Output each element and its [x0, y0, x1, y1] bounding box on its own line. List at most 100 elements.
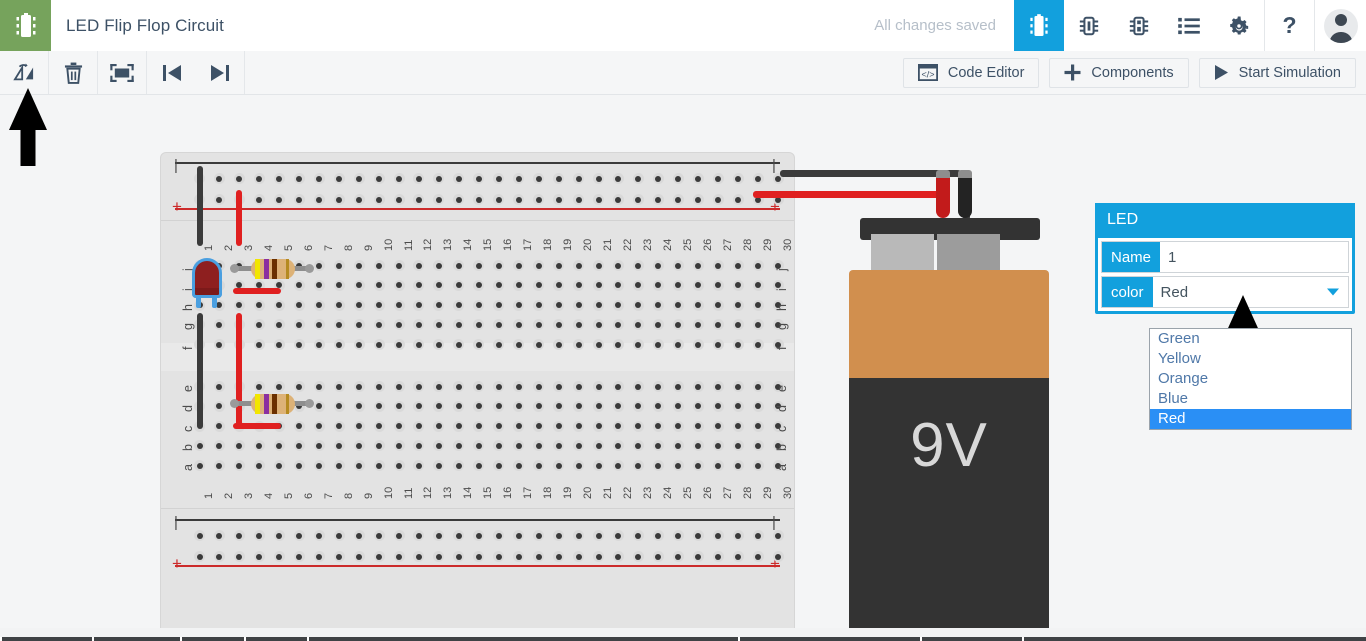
rail-hole-top-neg-22[interactable] [612, 173, 624, 184]
hole-f9[interactable] [353, 339, 365, 351]
hole-c21[interactable] [593, 420, 604, 432]
hole-h28[interactable] [732, 299, 744, 311]
hole-i8[interactable] [333, 279, 345, 291]
rail-hole-top-neg-28[interactable] [732, 173, 744, 184]
rail-hole-top-pos-10[interactable] [373, 194, 385, 205]
hole-h11[interactable] [393, 299, 405, 311]
hole-h14[interactable] [453, 299, 465, 311]
hole-i9[interactable] [353, 279, 365, 291]
hole-a14[interactable] [453, 460, 465, 472]
components-button[interactable]: Components [1049, 57, 1189, 88]
hole-d10[interactable] [373, 400, 385, 412]
hole-e5[interactable] [273, 381, 285, 392]
rail-hole-top-neg-25[interactable] [672, 173, 684, 184]
hole-j9[interactable] [353, 260, 365, 271]
hole-h25[interactable] [672, 299, 684, 311]
hole-a6[interactable] [293, 460, 305, 472]
hole-b29[interactable] [752, 440, 764, 452]
hole-b12[interactable] [413, 440, 425, 452]
rail-hole-top-neg-12[interactable] [413, 173, 425, 184]
hole-d27[interactable] [712, 400, 724, 412]
hole-c23[interactable] [632, 420, 644, 432]
rail-hole-bottom-neg-25[interactable] [672, 530, 684, 541]
hole-d29[interactable] [752, 400, 764, 412]
rail-hole-bottom-pos-22[interactable] [612, 551, 624, 562]
hole-e29[interactable] [752, 381, 764, 392]
rail-hole-top-pos-14[interactable] [453, 194, 465, 205]
hole-b7[interactable] [313, 440, 325, 452]
hole-g15[interactable] [473, 319, 485, 331]
hole-d11[interactable] [393, 400, 405, 412]
hole-j19[interactable] [553, 260, 565, 271]
hole-i13[interactable] [433, 279, 445, 291]
rail-hole-bottom-pos-17[interactable] [513, 551, 525, 562]
hole-i21[interactable] [593, 279, 604, 291]
account-button[interactable] [1314, 0, 1366, 51]
hole-g8[interactable] [333, 319, 345, 331]
rail-hole-top-pos-20[interactable] [573, 194, 585, 205]
hole-h20[interactable] [573, 299, 585, 311]
hole-j22[interactable] [612, 260, 624, 271]
hole-g5[interactable] [273, 319, 285, 331]
hole-h16[interactable] [493, 299, 505, 311]
led-component[interactable] [190, 258, 224, 308]
rail-hole-bottom-pos-27[interactable] [712, 551, 724, 562]
rail-hole-top-pos-26[interactable] [692, 194, 704, 205]
rail-hole-bottom-neg-4[interactable] [253, 530, 265, 541]
hole-i12[interactable] [413, 279, 425, 291]
hole-a15[interactable] [473, 460, 485, 472]
hole-e12[interactable] [413, 381, 425, 392]
hole-a9[interactable] [353, 460, 365, 472]
hole-c7[interactable] [313, 420, 325, 432]
hole-j8[interactable] [333, 260, 345, 271]
hole-f23[interactable] [632, 339, 644, 351]
hole-g25[interactable] [672, 319, 684, 331]
rail-hole-bottom-pos-19[interactable] [553, 551, 565, 562]
rail-hole-bottom-pos-9[interactable] [353, 551, 365, 562]
hole-g28[interactable] [732, 319, 744, 331]
rail-hole-bottom-pos-23[interactable] [632, 551, 644, 562]
hole-d22[interactable] [612, 400, 624, 412]
view-board-button[interactable] [1014, 0, 1064, 51]
hole-c24[interactable] [652, 420, 664, 432]
rail-hole-bottom-neg-28[interactable] [732, 530, 744, 541]
hole-d17[interactable] [513, 400, 525, 412]
hole-h12[interactable] [413, 299, 425, 311]
hole-h26[interactable] [692, 299, 704, 311]
hole-c27[interactable] [712, 420, 724, 432]
hole-b13[interactable] [433, 440, 445, 452]
hole-j26[interactable] [692, 260, 704, 271]
rail-hole-bottom-pos-30[interactable] [772, 551, 784, 562]
rail-hole-top-neg-5[interactable] [273, 173, 285, 184]
rail-hole-bottom-pos-26[interactable] [692, 551, 704, 562]
hole-g9[interactable] [353, 319, 365, 331]
rail-hole-top-neg-16[interactable] [493, 173, 505, 184]
color-option-blue[interactable]: Blue [1150, 389, 1351, 409]
color-option-yellow[interactable]: Yellow [1150, 349, 1351, 369]
hole-a3[interactable] [233, 460, 245, 472]
rail-hole-top-neg-7[interactable] [313, 173, 325, 184]
hole-j21[interactable] [593, 260, 604, 271]
rail-hole-bottom-neg-3[interactable] [233, 530, 245, 541]
rail-hole-top-pos-17[interactable] [513, 194, 525, 205]
rail-hole-top-neg-8[interactable] [333, 173, 345, 184]
hole-b26[interactable] [692, 440, 704, 452]
rail-hole-top-neg-15[interactable] [473, 173, 485, 184]
hole-d24[interactable] [652, 400, 664, 412]
hole-a28[interactable] [732, 460, 744, 472]
hole-h10[interactable] [373, 299, 385, 311]
hole-j7[interactable] [313, 260, 325, 271]
hole-b20[interactable] [573, 440, 585, 452]
hole-g7[interactable] [313, 319, 325, 331]
rail-hole-bottom-neg-20[interactable] [573, 530, 585, 541]
rail-hole-bottom-pos-24[interactable] [652, 551, 664, 562]
rail-hole-bottom-pos-6[interactable] [293, 551, 305, 562]
hole-j27[interactable] [712, 260, 724, 271]
hole-e8[interactable] [333, 381, 345, 392]
rail-hole-top-neg-27[interactable] [712, 173, 724, 184]
rail-hole-top-pos-23[interactable] [632, 194, 644, 205]
hole-e21[interactable] [593, 381, 604, 392]
hole-h8[interactable] [333, 299, 345, 311]
hole-f5[interactable] [273, 339, 285, 351]
hole-a4[interactable] [253, 460, 265, 472]
